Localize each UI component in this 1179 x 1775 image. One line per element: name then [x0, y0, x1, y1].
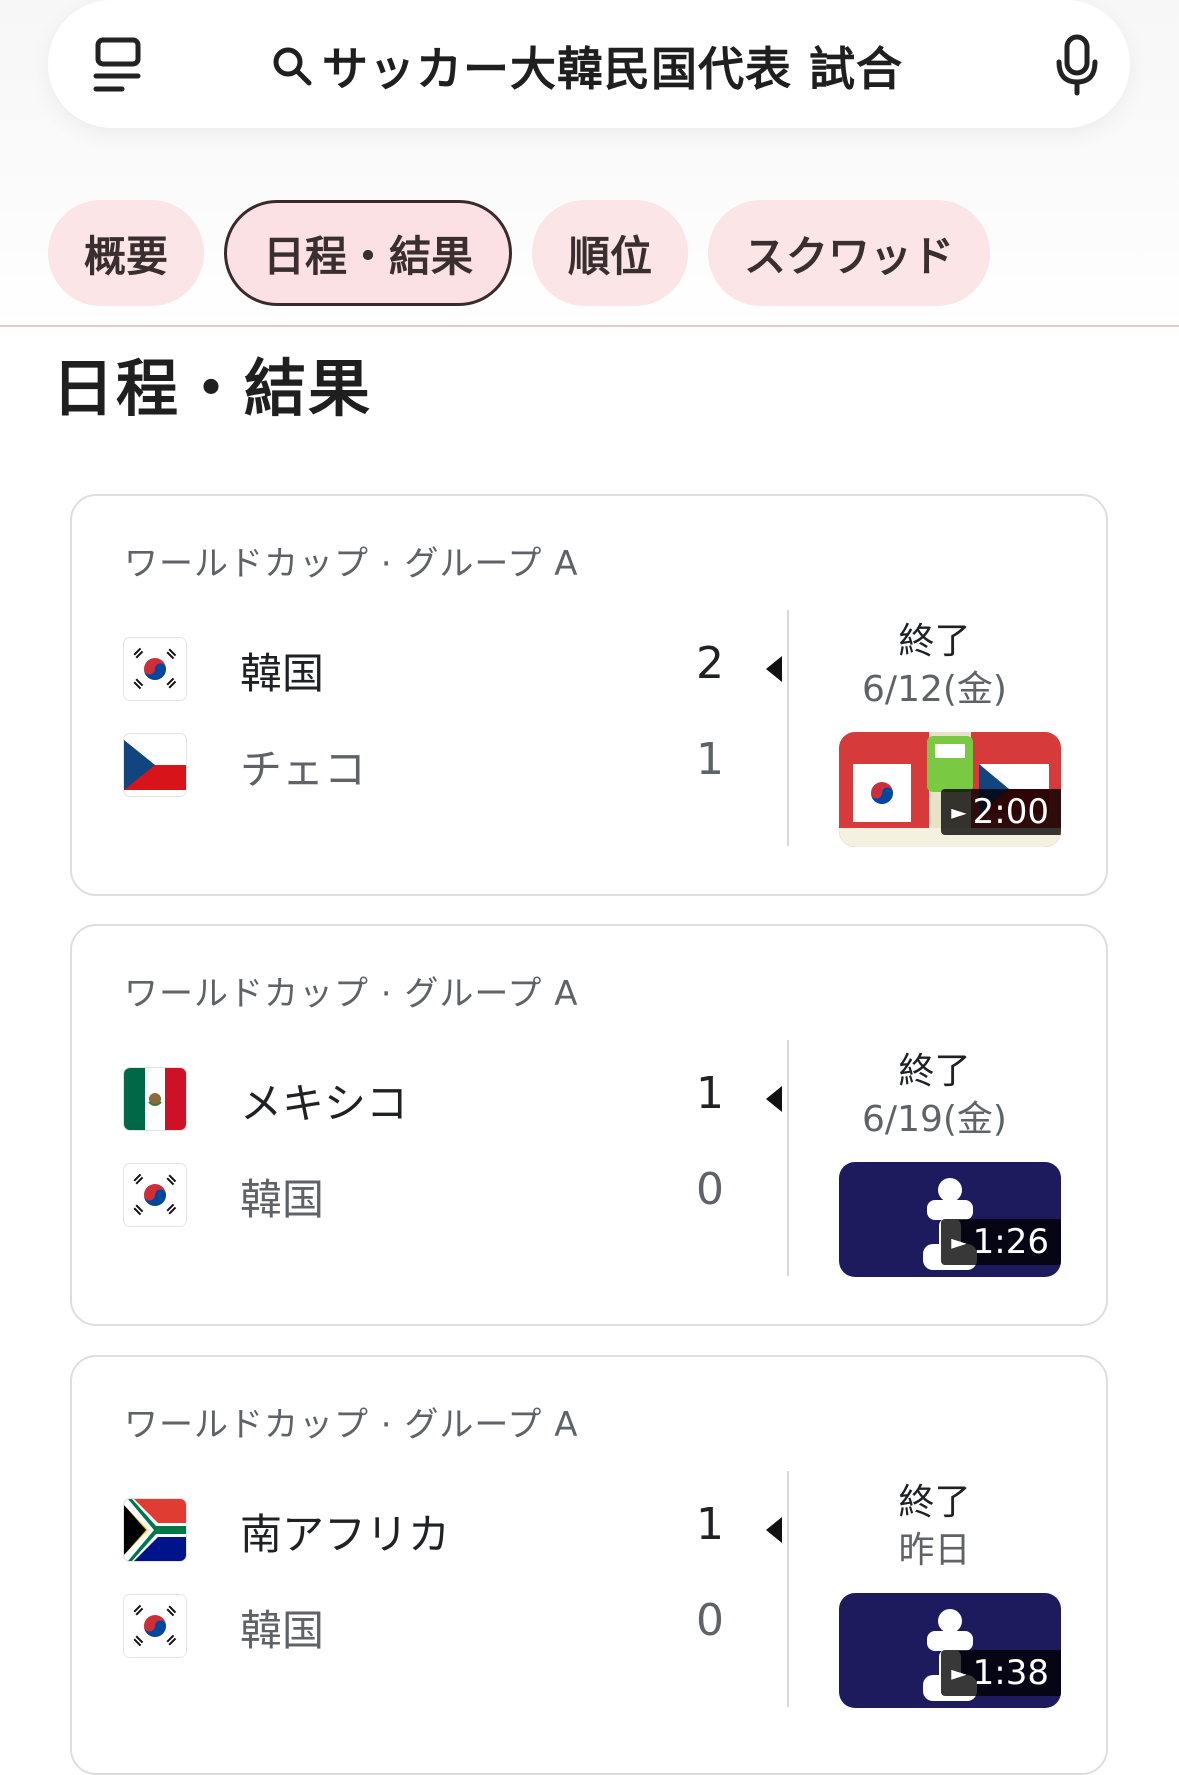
team-name: 韓国 — [240, 649, 325, 698]
search-query[interactable]: サッカー大韓民国代表 試合 — [270, 26, 903, 106]
search-icon — [273, 47, 312, 86]
card-divider — [787, 610, 789, 846]
team-name: 韓国 — [240, 1175, 325, 1224]
match-status: 終了 — [898, 1051, 971, 1092]
team-row-home: 韓国 2 — [124, 634, 724, 704]
search-query-text: サッカー大韓民国代表 試合 — [322, 42, 904, 96]
menu-icon[interactable] — [92, 36, 144, 96]
winner-arrow-icon — [766, 1086, 782, 1112]
team-name: 南アフリカ — [240, 1510, 451, 1559]
match-date: 昨日 — [898, 1530, 971, 1571]
match-status: 終了 — [898, 1482, 971, 1523]
tab-bar: 概要 日程・結果 順位 スクワッド — [48, 200, 991, 306]
mexico-flag-icon — [124, 1068, 186, 1130]
team-name: チェコ — [240, 745, 367, 794]
card-divider — [787, 1040, 789, 1276]
tab-standings[interactable]: 順位 — [532, 200, 689, 306]
korea-flag-icon — [124, 1164, 186, 1226]
play-icon: ► — [951, 1661, 967, 1685]
video-thumbnail[interactable]: ► 1:38 — [839, 1593, 1061, 1708]
team-name: 韓国 — [240, 1606, 325, 1655]
team-score: 1 — [696, 734, 724, 785]
team-score: 0 — [696, 1595, 724, 1646]
duration-text: 2:00 — [972, 792, 1049, 832]
korea-flag-icon — [124, 638, 186, 700]
team-row-away: 韓国 0 — [124, 1160, 724, 1230]
match-card[interactable]: ワールドカップ · グループ A 南アフリカ 1 韓国 0 終了 昨日 ► 1:… — [70, 1355, 1108, 1775]
video-duration: ► 2:00 — [941, 789, 1061, 835]
tab-overview[interactable]: 概要 — [48, 200, 205, 306]
czech-flag-icon — [124, 734, 186, 796]
korea-flag-icon — [124, 1595, 186, 1657]
play-icon: ► — [951, 800, 967, 824]
tab-squad[interactable]: スクワッド — [708, 200, 991, 306]
microphone-icon[interactable] — [1054, 34, 1100, 96]
league-label: ワールドカップ · グループ A — [124, 1405, 579, 1445]
duration-text: 1:38 — [972, 1653, 1049, 1693]
league-label: ワールドカップ · グループ A — [124, 544, 579, 584]
video-duration: ► 1:38 — [941, 1650, 1061, 1696]
match-card[interactable]: ワールドカップ · グループ A メキシコ 1 韓国 0 終了 6/19(金) — [70, 924, 1108, 1326]
card-divider — [787, 1471, 789, 1707]
winner-arrow-icon — [766, 656, 782, 682]
play-icon: ► — [951, 1230, 967, 1254]
team-row-home: 南アフリカ 1 — [124, 1495, 724, 1565]
team-row-away: 韓国 0 — [124, 1591, 724, 1661]
video-duration: ► 1:26 — [941, 1219, 1061, 1265]
duration-text: 1:26 — [972, 1222, 1049, 1262]
match-date: 6/19(金) — [862, 1099, 1007, 1140]
match-status: 終了 — [898, 621, 971, 662]
league-label: ワールドカップ · グループ A — [124, 974, 579, 1014]
tab-divider — [0, 325, 1179, 327]
section-title: 日程・結果 — [52, 352, 373, 425]
tab-schedule-results[interactable]: 日程・結果 — [224, 200, 513, 306]
team-score: 2 — [696, 638, 724, 689]
match-date: 6/12(金) — [862, 669, 1007, 710]
team-score: 0 — [696, 1164, 724, 1215]
team-name: メキシコ — [240, 1079, 409, 1128]
match-card[interactable]: ワールドカップ · グループ A 韓国 2 チェコ 1 終了 6/12(金) ►… — [70, 494, 1108, 896]
team-score: 1 — [696, 1499, 724, 1550]
team-score: 1 — [696, 1068, 724, 1119]
video-thumbnail[interactable]: ► 2:00 — [839, 732, 1061, 847]
winner-arrow-icon — [766, 1517, 782, 1543]
team-row-away: チェコ 1 — [124, 730, 724, 800]
team-row-home: メキシコ 1 — [124, 1064, 724, 1134]
south-africa-flag-icon — [124, 1499, 186, 1561]
video-thumbnail[interactable]: ► 1:26 — [839, 1162, 1061, 1277]
